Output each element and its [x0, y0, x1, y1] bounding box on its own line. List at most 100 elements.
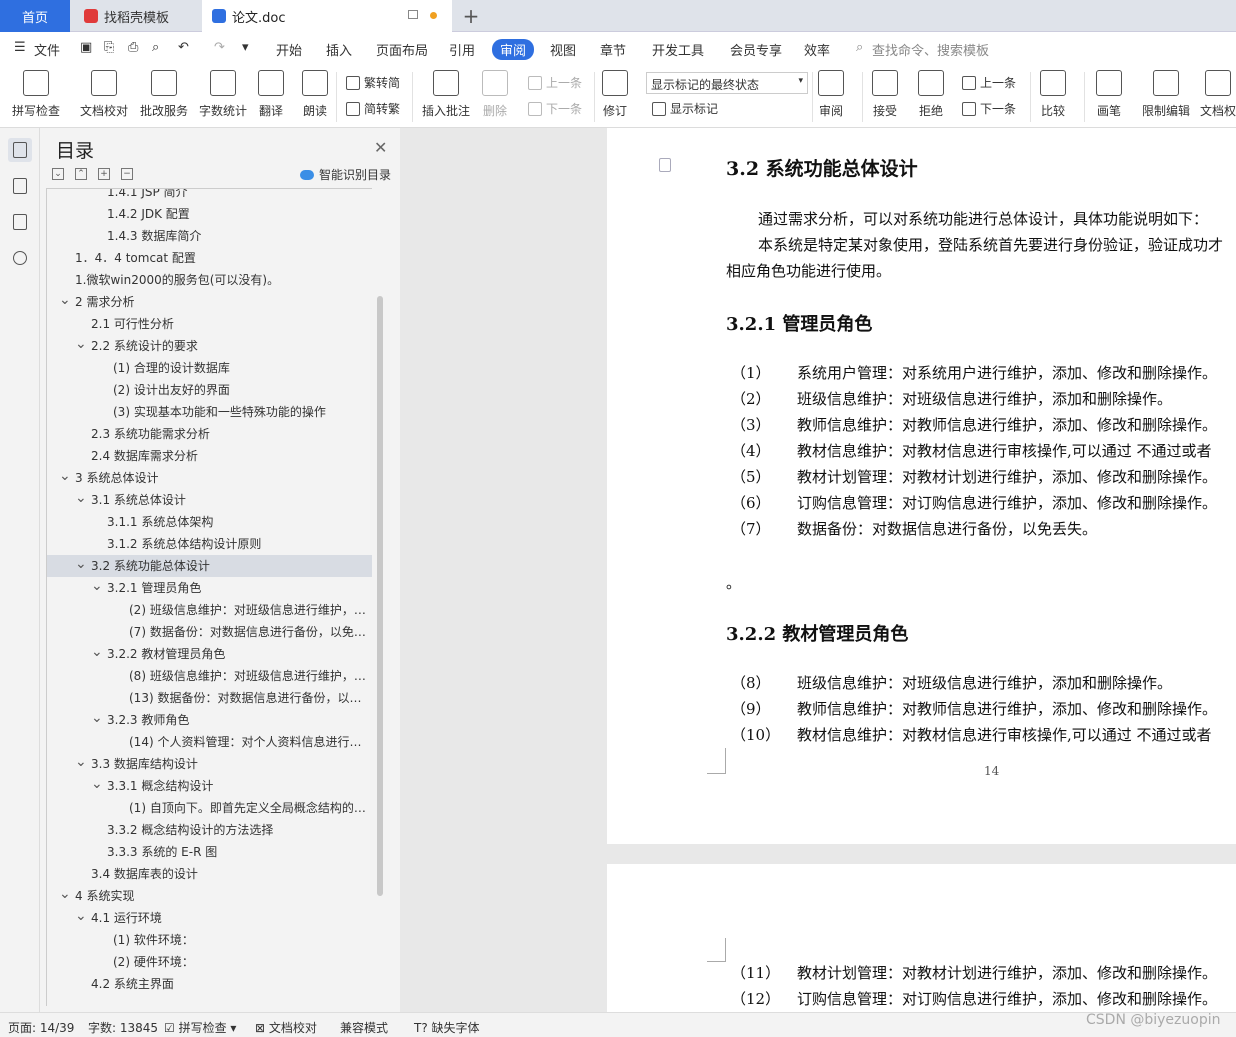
delete-comment-button[interactable]: 删除	[482, 70, 508, 119]
menu-home[interactable]: 开始	[276, 40, 302, 59]
nav-panel-button[interactable]	[8, 174, 32, 198]
simp-to-trad-button[interactable]: 简转繁	[346, 100, 400, 117]
toc-item[interactable]: ⌄ 3.2.1 管理员角色	[47, 577, 372, 599]
chevron-down-icon[interactable]: ⌄	[91, 643, 103, 663]
tab-document[interactable]: 论文.doc	[202, 0, 452, 32]
hamburger-icon[interactable]: ☰	[14, 40, 26, 55]
insert-comment-button[interactable]: 插入批注	[422, 70, 470, 119]
document-area[interactable]: 3.2 系统功能总体设计 通过需求分析，可以对系统功能进行总体设计，具体功能说明…	[400, 128, 1236, 1012]
spell-check-button[interactable]: 拼写检查	[12, 70, 60, 119]
toc-item[interactable]: ⌄ 2 需求分析	[47, 291, 372, 313]
collapse-down-icon[interactable]: ⌄	[52, 168, 64, 180]
menu-file[interactable]: 文件	[34, 40, 60, 59]
toc-item[interactable]: 3.4 数据库表的设计	[47, 863, 372, 885]
toc-item[interactable]: 3.1.1 系统总体架构	[47, 511, 372, 533]
review-pane-button[interactable]: 审阅	[818, 70, 844, 119]
save-icon[interactable]: ▣	[80, 40, 92, 55]
document-page[interactable]: （11） 教材计划管理：对教材计划进行维护，添加、修改和删除操作。 （12） 订购信息…	[607, 864, 1236, 1012]
paragraph-menu-icon[interactable]	[659, 158, 671, 172]
chevron-down-icon[interactable]: ⌄	[75, 335, 87, 355]
menu-chapter[interactable]: 章节	[600, 40, 626, 59]
chevron-down-icon[interactable]: ⌄	[75, 555, 87, 575]
toc-item[interactable]: 3.3.2 概念结构设计的方法选择	[47, 819, 372, 841]
next-change-button[interactable]: 下一条	[962, 100, 1016, 117]
toc-item[interactable]: ⌄ 4.1 运行环境	[47, 907, 372, 929]
toc-item[interactable]: ⌄ 2.2 系统设计的要求	[47, 335, 372, 357]
redo-icon[interactable]: ↷	[214, 40, 225, 55]
collapse-icon[interactable]: −	[121, 168, 133, 180]
markup-state-select[interactable]: 显示标记的最终状态 ▾	[646, 72, 808, 94]
toc-scrollbar[interactable]	[377, 296, 383, 896]
translate-button[interactable]: 翻译	[258, 70, 284, 119]
print-preview-icon[interactable]: ⌕	[152, 40, 159, 55]
show-markup-button[interactable]: 显示标记	[652, 100, 718, 117]
document-page[interactable]: 3.2 系统功能总体设计 通过需求分析，可以对系统功能进行总体设计，具体功能说明…	[607, 128, 1236, 844]
spell-check-status[interactable]: ☑ 拼写检查 ▾	[164, 1019, 236, 1036]
toc-item[interactable]: (1) 合理的设计数据库	[47, 357, 372, 379]
toc-item[interactable]: 1.4.3 数据库简介	[47, 225, 372, 247]
toc-item[interactable]: 2.1 可行性分析	[47, 313, 372, 335]
doc-permission-button[interactable]: 文档权	[1200, 70, 1236, 119]
toc-item[interactable]: 1.4.2 JDK 配置	[47, 203, 372, 225]
monitor-icon[interactable]	[408, 10, 418, 19]
missing-font[interactable]: T? 缺失字体	[414, 1019, 480, 1036]
toc-item[interactable]: 2.3 系统功能需求分析	[47, 423, 372, 445]
next-comment-button[interactable]: 下一条	[528, 100, 582, 117]
menu-references[interactable]: 引用	[449, 40, 475, 59]
toc-item[interactable]: (1) 软件环境：	[47, 929, 372, 951]
trad-to-simp-button[interactable]: 繁转简	[346, 74, 400, 91]
menu-page-layout[interactable]: 页面布局	[376, 40, 428, 59]
word-count[interactable]: 字数: 13845	[88, 1019, 158, 1036]
chevron-down-icon[interactable]: ⌄	[91, 775, 103, 795]
toc-item[interactable]: ⌄ 3 系统总体设计	[47, 467, 372, 489]
smart-toc-button[interactable]: 智能识别目录	[300, 166, 391, 183]
toc-item[interactable]: (2) 班级信息维护：对班级信息进行维护，添加和删除操作。	[47, 599, 372, 621]
toc-item[interactable]: (1) 自顶向下。即首先定义全局概念结构的框架。	[47, 797, 372, 819]
toc-item[interactable]: (8) 班级信息维护：对班级信息进行维护，添加和删除操作。	[47, 665, 372, 687]
chevron-down-icon[interactable]: ⌄	[91, 709, 103, 729]
toc-item[interactable]: (13) 数据备份：对数据信息进行备份，以免丢失。	[47, 687, 372, 709]
chevron-down-icon[interactable]: ⌄	[75, 753, 87, 773]
restrict-edit-button[interactable]: 限制编辑	[1142, 70, 1190, 119]
menu-review[interactable]: 审阅	[492, 39, 535, 60]
chevron-down-icon[interactable]: ⌄	[59, 467, 71, 487]
chevron-down-icon[interactable]: ⌄	[59, 291, 71, 311]
toc-item[interactable]: ⌄ 4 系统实现	[47, 885, 372, 907]
tab-home[interactable]: 首页	[0, 0, 70, 32]
search-icon[interactable]: ⌕	[856, 40, 863, 55]
toc-item[interactable]: 1.微软win2000的服务包(可以没有)。	[47, 269, 372, 291]
toc-item[interactable]: ⌄ 3.1 系统总体设计	[47, 489, 372, 511]
accept-button[interactable]: 接受	[872, 70, 898, 119]
prev-comment-button[interactable]: 上一条	[528, 74, 582, 91]
toc-item[interactable]: 1．4．4 tomcat 配置	[47, 247, 372, 269]
tab-templates[interactable]: 找稻壳模板	[72, 0, 200, 32]
export-pdf-icon[interactable]: ⎘	[104, 40, 114, 55]
menu-member[interactable]: 会员专享	[730, 40, 782, 59]
toc-item[interactable]: (7) 数据备份：对数据信息进行备份，以免丢失。	[47, 621, 372, 643]
menu-view[interactable]: 视图	[550, 40, 576, 59]
compare-button[interactable]: 比较	[1040, 70, 1066, 119]
toc-item[interactable]: ⌄ 3.2.2 教材管理员角色	[47, 643, 372, 665]
proofread-status[interactable]: ⊠ 文档校对	[255, 1019, 317, 1036]
toc-item[interactable]: (2) 设计出友好的界面	[47, 379, 372, 401]
reject-button[interactable]: 拒绝	[918, 70, 944, 119]
toc-item[interactable]: (3) 实现基本功能和一些特殊功能的操作	[47, 401, 372, 423]
find-panel-button[interactable]	[8, 246, 32, 270]
page-indicator[interactable]: 页面: 14/39	[8, 1019, 74, 1036]
chevron-down-icon[interactable]: ⌄	[59, 885, 71, 905]
batch-service-button[interactable]: 批改服务	[140, 70, 188, 119]
command-search[interactable]: 查找命令、搜索模板	[872, 40, 989, 59]
menu-developer[interactable]: 开发工具	[652, 40, 704, 59]
toc-item[interactable]: ⌄ 3.2 系统功能总体设计	[47, 555, 372, 577]
read-aloud-button[interactable]: 朗读	[302, 70, 328, 119]
expand-icon[interactable]: +	[98, 168, 110, 180]
menu-efficiency[interactable]: 效率	[804, 40, 830, 59]
close-icon[interactable]: ✕	[374, 138, 387, 157]
menu-insert[interactable]: 插入	[326, 40, 352, 59]
bookmark-panel-button[interactable]	[8, 210, 32, 234]
toc-item[interactable]: (14) 个人资料管理：对个人资料信息进行维护。	[47, 731, 372, 753]
toc-item[interactable]: 4.2 系统主界面	[47, 973, 372, 995]
toc-item[interactable]: ⌄ 3.3 数据库结构设计	[47, 753, 372, 775]
pen-button[interactable]: 画笔	[1096, 70, 1122, 119]
print-icon[interactable]: ⎙	[128, 40, 138, 55]
